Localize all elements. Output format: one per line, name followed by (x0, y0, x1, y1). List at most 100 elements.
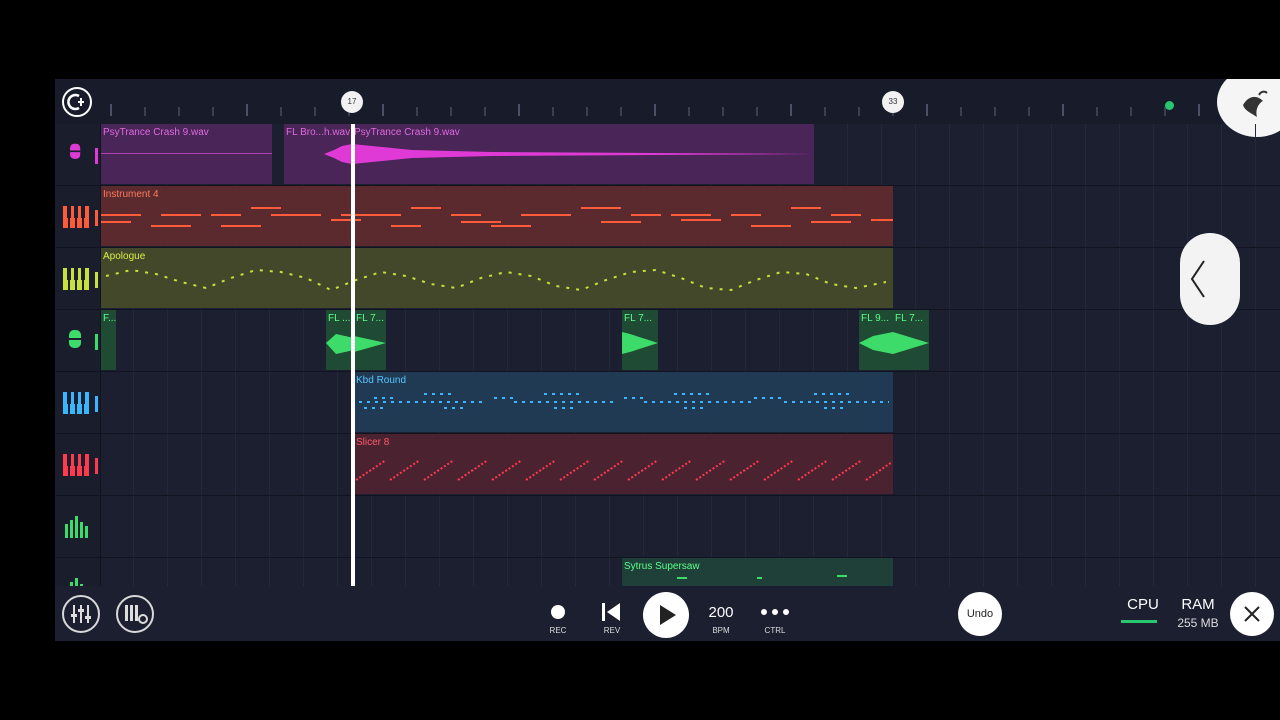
waveform (101, 153, 272, 154)
ram-label: RAM (1181, 596, 1215, 613)
ruler-tick (1198, 104, 1200, 116)
song-position-indicator (1165, 101, 1174, 110)
playhead[interactable] (351, 124, 355, 586)
clip-label: F... (103, 313, 116, 324)
pattern-clip[interactable]: Apologue (101, 248, 893, 308)
waveform (352, 144, 814, 164)
track-header-8[interactable] (55, 558, 101, 586)
transport-toolbar: REC REV 200 BPM CTRL Undo CPU RAM 255 MB (55, 586, 1280, 641)
chevron-left-icon (1190, 260, 1205, 298)
ruler-tick (960, 107, 962, 116)
fl-logo-icon (67, 93, 84, 111)
close-button[interactable] (1230, 592, 1274, 636)
side-panel-toggle[interactable] (1180, 233, 1240, 325)
ruler-tick (994, 107, 996, 116)
track-row-4: F... FL ... FL 7... FL 7... FL 9... FL 7… (55, 310, 1280, 372)
playlist-tracks: PsyTrance Crash 9.wav FL Bro...h.wav Psy… (55, 124, 1280, 586)
ruler-tick (586, 107, 588, 116)
fruit-logo-icon (1243, 90, 1268, 117)
more-dots-icon (761, 609, 789, 615)
ruler-tick (654, 104, 656, 116)
ruler-tick (280, 107, 282, 116)
ruler-tick (1028, 107, 1030, 116)
audio-clip[interactable]: FL 9... (859, 310, 893, 370)
ruler-tick (790, 104, 792, 116)
piano-settings-icon (125, 605, 148, 624)
track-color-indicator (95, 148, 98, 164)
piano-icon (63, 206, 89, 228)
pattern-notes (677, 575, 847, 579)
track-color-indicator (95, 272, 98, 288)
pattern-clip[interactable]: Kbd Round (354, 372, 893, 432)
track-header-7[interactable] (55, 496, 101, 557)
cpu-bar (1121, 620, 1157, 623)
ruler-tick (144, 107, 146, 116)
track-row-1: PsyTrance Crash 9.wav FL Bro...h.wav Psy… (55, 124, 1280, 186)
track-grid (100, 310, 1280, 371)
ruler-tick (1130, 107, 1132, 116)
tempo-control[interactable]: 200 BPM (701, 592, 741, 636)
track-color-indicator (95, 334, 98, 350)
playlist-window: 17 33 PsyTrance Crash 9.wav FL Bro...h.w… (55, 79, 1280, 641)
audio-clip[interactable]: PsyTrance Crash 9.wav (101, 124, 272, 184)
timeline-ruler[interactable]: 17 33 (55, 79, 1280, 137)
ruler-tick (212, 107, 214, 116)
track-row-5: Kbd Round (55, 372, 1280, 434)
ruler-tick (620, 107, 622, 116)
record-button[interactable]: REC (538, 592, 578, 636)
track-row-3: Apologue (55, 248, 1280, 310)
ruler-tick (552, 107, 554, 116)
audio-clip[interactable]: F... (101, 310, 116, 370)
track-row-8: Sytrus Supersaw (55, 558, 1280, 586)
fl-menu-button[interactable] (62, 87, 92, 117)
ruler-tick (518, 104, 520, 116)
track-header-5[interactable] (55, 372, 101, 433)
cpu-label: CPU (1127, 596, 1159, 613)
ctrl-label: CTRL (764, 626, 786, 635)
channel-rack-button[interactable] (116, 595, 154, 633)
bar-marker-17[interactable]: 17 (341, 91, 363, 113)
track-header-6[interactable] (55, 434, 101, 495)
ram-value: 255 MB (1177, 616, 1219, 630)
rewind-button[interactable]: REV (592, 592, 632, 636)
audio-clip[interactable]: PsyTrance Crash 9.wav (352, 124, 814, 184)
waveform (622, 332, 658, 354)
track-header-1[interactable] (55, 124, 101, 185)
pattern-clip[interactable]: Slicer 8 (354, 434, 893, 494)
skip-back-icon (602, 603, 620, 621)
track-color-indicator (95, 396, 98, 412)
ruler-tick (926, 104, 928, 116)
audio-clip[interactable]: FL Bro...h.wav (284, 124, 352, 184)
waveform (354, 336, 386, 352)
audio-clip[interactable]: FL 7... (622, 310, 658, 370)
track-row-7 (55, 496, 1280, 558)
waveform (326, 334, 354, 354)
record-icon (551, 605, 565, 619)
audio-clip[interactable]: FL 7... (893, 310, 929, 370)
close-icon (1244, 606, 1260, 622)
automation-icon (70, 578, 83, 586)
track-header-4[interactable] (55, 310, 101, 371)
mixer-button[interactable] (62, 595, 100, 633)
ruler-tick (1096, 107, 1098, 116)
pattern-clip[interactable]: Sytrus Supersaw (622, 558, 893, 586)
audio-clip[interactable]: FL 7... (354, 310, 386, 370)
play-button[interactable] (643, 592, 689, 638)
microphone-icon (69, 330, 81, 348)
track-grid (100, 496, 1280, 557)
bpm-value: 200 (708, 604, 734, 621)
cpu-meter: CPU (1118, 596, 1168, 636)
ctrl-button[interactable]: CTRL (755, 592, 795, 636)
track-row-2: Instrument 4 (55, 186, 1280, 248)
track-header-2[interactable] (55, 186, 101, 247)
ruler-tick (246, 104, 248, 116)
track-color-indicator (95, 210, 98, 226)
audio-clip[interactable]: FL ... (326, 310, 354, 370)
bar-marker-33[interactable]: 33 (882, 91, 904, 113)
rev-label: REV (603, 626, 621, 635)
undo-button[interactable]: Undo (958, 592, 1002, 636)
track-header-3[interactable] (55, 248, 101, 309)
automation-icon (65, 516, 88, 538)
pattern-clip[interactable]: Instrument 4 (101, 186, 893, 246)
ram-meter: RAM 255 MB (1170, 596, 1226, 636)
